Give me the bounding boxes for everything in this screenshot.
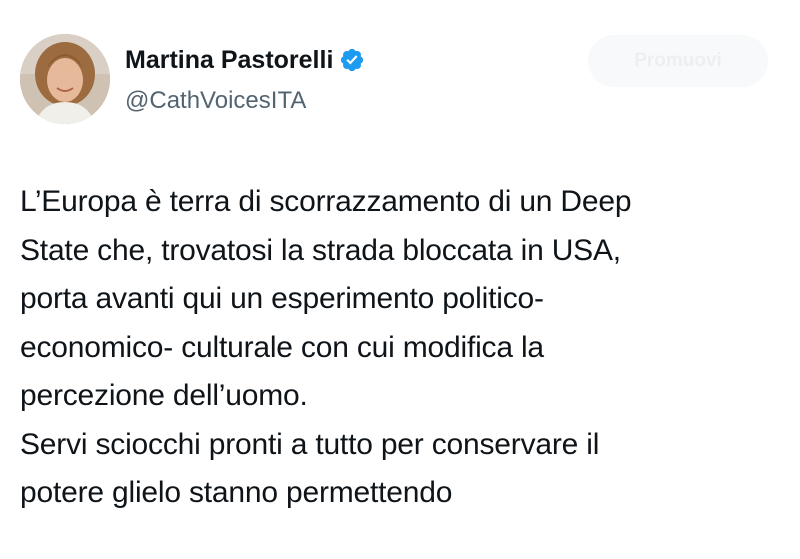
tweet-line: economico- culturale con cui modifica la [20, 330, 544, 364]
tweet-line: Servi sciocchi pronti a tutto per conser… [20, 427, 600, 461]
author-name-text: Martina Pastorelli [125, 46, 334, 74]
verified-badge-icon [341, 48, 364, 72]
tweet-line: percezione dell’uomo. [20, 379, 308, 412]
avatar[interactable] [20, 34, 110, 124]
follow-button[interactable]: Promuovi [588, 35, 768, 87]
author-name[interactable]: Martina Pastorelli [125, 44, 365, 76]
tweet-line: potere glielo stanno permettendo [20, 476, 453, 509]
avatar-photo [20, 34, 110, 124]
tweet-line: L’Europa è terra di scorrazzamento di un… [20, 185, 632, 218]
author-handle[interactable]: @CathVoicesITA [125, 86, 306, 116]
tweet-line: porta avanti qui un esperimento politico… [20, 282, 544, 315]
tweet-card: Martina Pastorelli @CathVoicesITA Promuo… [0, 0, 800, 559]
tweet-text: L’Europa è terra di scorrazzamento di un… [20, 178, 790, 518]
tweet-line: State che, trovatosi la strada bloccata … [20, 233, 621, 267]
